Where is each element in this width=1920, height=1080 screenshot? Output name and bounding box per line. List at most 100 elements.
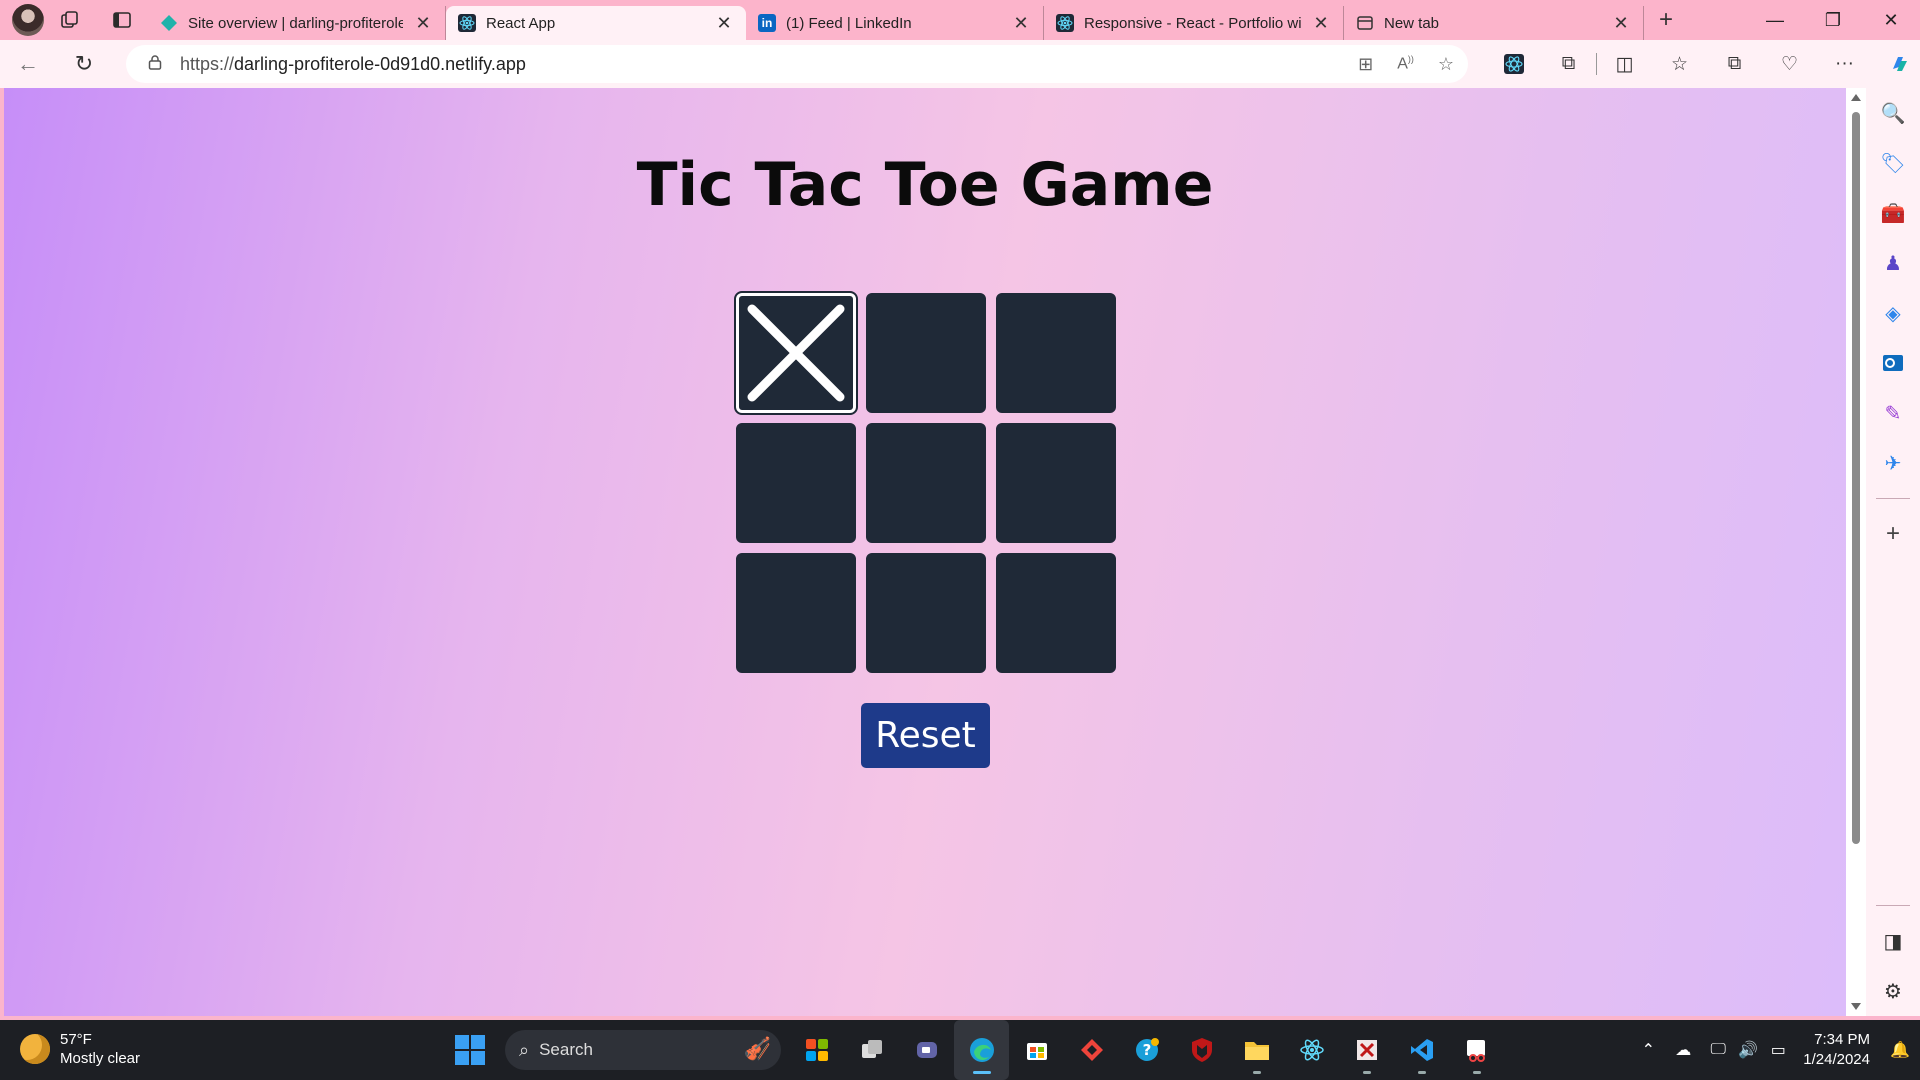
taskbar-search[interactable]: ⌕ Search 🎻 [505, 1030, 781, 1070]
send-icon[interactable]: ✈ [1866, 438, 1920, 488]
tabstrip-left-icons [0, 0, 148, 40]
search-icon[interactable]: 🔍 [1866, 88, 1920, 138]
read-aloud-icon[interactable]: A)) [1397, 54, 1414, 73]
react-app-taskbar-icon[interactable] [1284, 1020, 1339, 1080]
file-explorer-icon[interactable] [1229, 1020, 1284, 1080]
close-icon[interactable]: ✕ [1611, 13, 1631, 34]
battery-icon[interactable]: ▭ [1763, 1020, 1793, 1080]
help-icon[interactable]: ? [1119, 1020, 1174, 1080]
sidebar-divider [1876, 498, 1910, 499]
active-indicator [973, 1071, 991, 1074]
extensions-icon[interactable]: ⧉ [1541, 40, 1596, 88]
tab-title: Responsive - React - Portfolio wi [1084, 14, 1301, 32]
new-tab-button[interactable]: + [1644, 0, 1688, 40]
notification-bell-icon[interactable]: 🔔 [1880, 1040, 1920, 1060]
designer-icon[interactable]: ✎ [1866, 388, 1920, 438]
board-cell-6[interactable] [996, 423, 1116, 543]
anydesk-icon[interactable] [1064, 1020, 1119, 1080]
profile-avatar[interactable] [12, 4, 44, 36]
hide-sidebar-icon[interactable]: ◨ [1866, 916, 1920, 966]
close-icon[interactable]: ✕ [1311, 13, 1331, 34]
running-indicator [1363, 1071, 1371, 1074]
split-screen-icon[interactable]: ◫ [1597, 40, 1652, 88]
add-icon[interactable]: + [1866, 509, 1920, 559]
reload-icon[interactable]: ↻ [56, 40, 112, 88]
back-icon[interactable]: ← [0, 40, 56, 88]
react-devtools-icon[interactable] [1486, 40, 1541, 88]
shopping-tag-icon[interactable]: 🏷 [1866, 138, 1920, 188]
url-host: darling-profiterole-0d91d0.netlify.app [234, 53, 526, 74]
volume-icon[interactable]: 🔊 [1733, 1020, 1763, 1080]
window-close-icon[interactable]: ✕ [1862, 0, 1920, 40]
workspaces-icon[interactable] [44, 0, 96, 40]
game-board: X [734, 291, 1120, 673]
games-icon[interactable]: ♟ [1866, 238, 1920, 288]
close-icon[interactable]: ✕ [1011, 13, 1031, 34]
weather-widget[interactable]: 57°F Mostly clear [20, 1030, 140, 1068]
collections-icon[interactable]: ⧉ [1707, 40, 1762, 88]
paint-app-icon[interactable] [1339, 1020, 1394, 1080]
tab-actions-icon[interactable] [96, 0, 148, 40]
address-actions: ⊞ A)) ☆ [1358, 45, 1454, 83]
task-view-icon[interactable] [844, 1020, 899, 1080]
app-available-icon[interactable]: ⊞ [1358, 54, 1373, 75]
vscode-icon[interactable] [1394, 1020, 1449, 1080]
tools-icon[interactable]: 🧰 [1866, 188, 1920, 238]
onedrive-icon[interactable]: ☁ [1663, 1020, 1703, 1080]
minimize-icon[interactable]: — [1746, 0, 1804, 40]
display-icon[interactable]: 🖵 [1703, 1020, 1733, 1080]
clock-time: 7:34 PM [1814, 1031, 1870, 1048]
address-bar[interactable]: https://darling-profiterole-0d91d0.netli… [126, 45, 1468, 83]
store-icon[interactable] [1009, 1020, 1064, 1080]
mcafee-shield-icon[interactable] [1174, 1020, 1229, 1080]
close-icon[interactable]: ✕ [714, 13, 734, 34]
react-icon [458, 14, 476, 32]
tab-new-tab[interactable]: New tab ✕ [1344, 6, 1644, 40]
url-text[interactable]: https://darling-profiterole-0d91d0.netli… [180, 54, 526, 75]
scroll-up-icon[interactable] [1851, 94, 1861, 101]
outlook-icon[interactable] [1866, 338, 1920, 388]
svg-text:?: ? [1142, 1041, 1151, 1059]
board-cell-9[interactable] [996, 553, 1116, 673]
board-cell-3[interactable] [996, 293, 1116, 413]
board-cell-8[interactable] [866, 553, 986, 673]
tab-site-overview[interactable]: Site overview | darling-profiterole ✕ [148, 6, 446, 40]
lock-icon[interactable] [148, 54, 162, 74]
edge-sidebar: 🔍 🏷 🧰 ♟ ◈ ✎ ✈ + ◨ ⚙ [1866, 88, 1920, 1016]
scrollbar-thumb[interactable] [1852, 112, 1860, 844]
board-cell-4[interactable] [736, 423, 856, 543]
clock[interactable]: 7:34 PM 1/24/2024 [1803, 1030, 1870, 1070]
chevron-up-icon[interactable]: ⌃ [1633, 1020, 1663, 1080]
tab-linkedin[interactable]: in (1) Feed | LinkedIn ✕ [746, 6, 1044, 40]
weather-desc: Mostly clear [60, 1050, 141, 1067]
tab-strip: Site overview | darling-profiterole ✕ Re… [0, 0, 1920, 40]
teams-chat-icon[interactable] [899, 1020, 954, 1080]
snipping-tool-icon[interactable] [1449, 1020, 1504, 1080]
edge-taskbar-icon[interactable] [954, 1020, 1009, 1080]
copilot-icon[interactable] [1872, 40, 1920, 88]
tab-title: (1) Feed | LinkedIn [786, 14, 912, 32]
board-cell-1[interactable]: X [734, 291, 858, 415]
windows-logo-icon [454, 1035, 485, 1065]
board-cell-5[interactable] [866, 423, 986, 543]
reset-button[interactable]: Reset [861, 703, 990, 768]
board-cell-2[interactable] [866, 293, 986, 413]
close-icon[interactable]: ✕ [413, 13, 433, 34]
more-options-icon[interactable]: ··· [1817, 40, 1872, 88]
page-viewport: Tic Tac Toe Game X Reset [4, 88, 1846, 1016]
start-button[interactable] [442, 1020, 497, 1080]
page-scrollbar[interactable] [1846, 88, 1866, 1016]
copilot-taskbar-icon[interactable] [789, 1020, 844, 1080]
board-cell-7[interactable] [736, 553, 856, 673]
scroll-down-icon[interactable] [1851, 1003, 1861, 1010]
m365-icon[interactable]: ◈ [1866, 288, 1920, 338]
toolbar-right-icons: ⧉ ◫ ☆ ⧉ ♡ ··· [1486, 40, 1920, 88]
tab-title: New tab [1384, 14, 1440, 32]
settings-gear-icon[interactable]: ⚙ [1866, 966, 1920, 1016]
tab-portfolio[interactable]: Responsive - React - Portfolio wi ✕ [1044, 6, 1344, 40]
restore-icon[interactable]: ❐ [1804, 0, 1862, 40]
tab-react-app[interactable]: React App ✕ [446, 6, 746, 40]
favorite-star-icon[interactable]: ☆ [1438, 54, 1454, 75]
browser-essentials-icon[interactable]: ♡ [1762, 40, 1817, 88]
favorites-icon[interactable]: ☆ [1652, 40, 1707, 88]
